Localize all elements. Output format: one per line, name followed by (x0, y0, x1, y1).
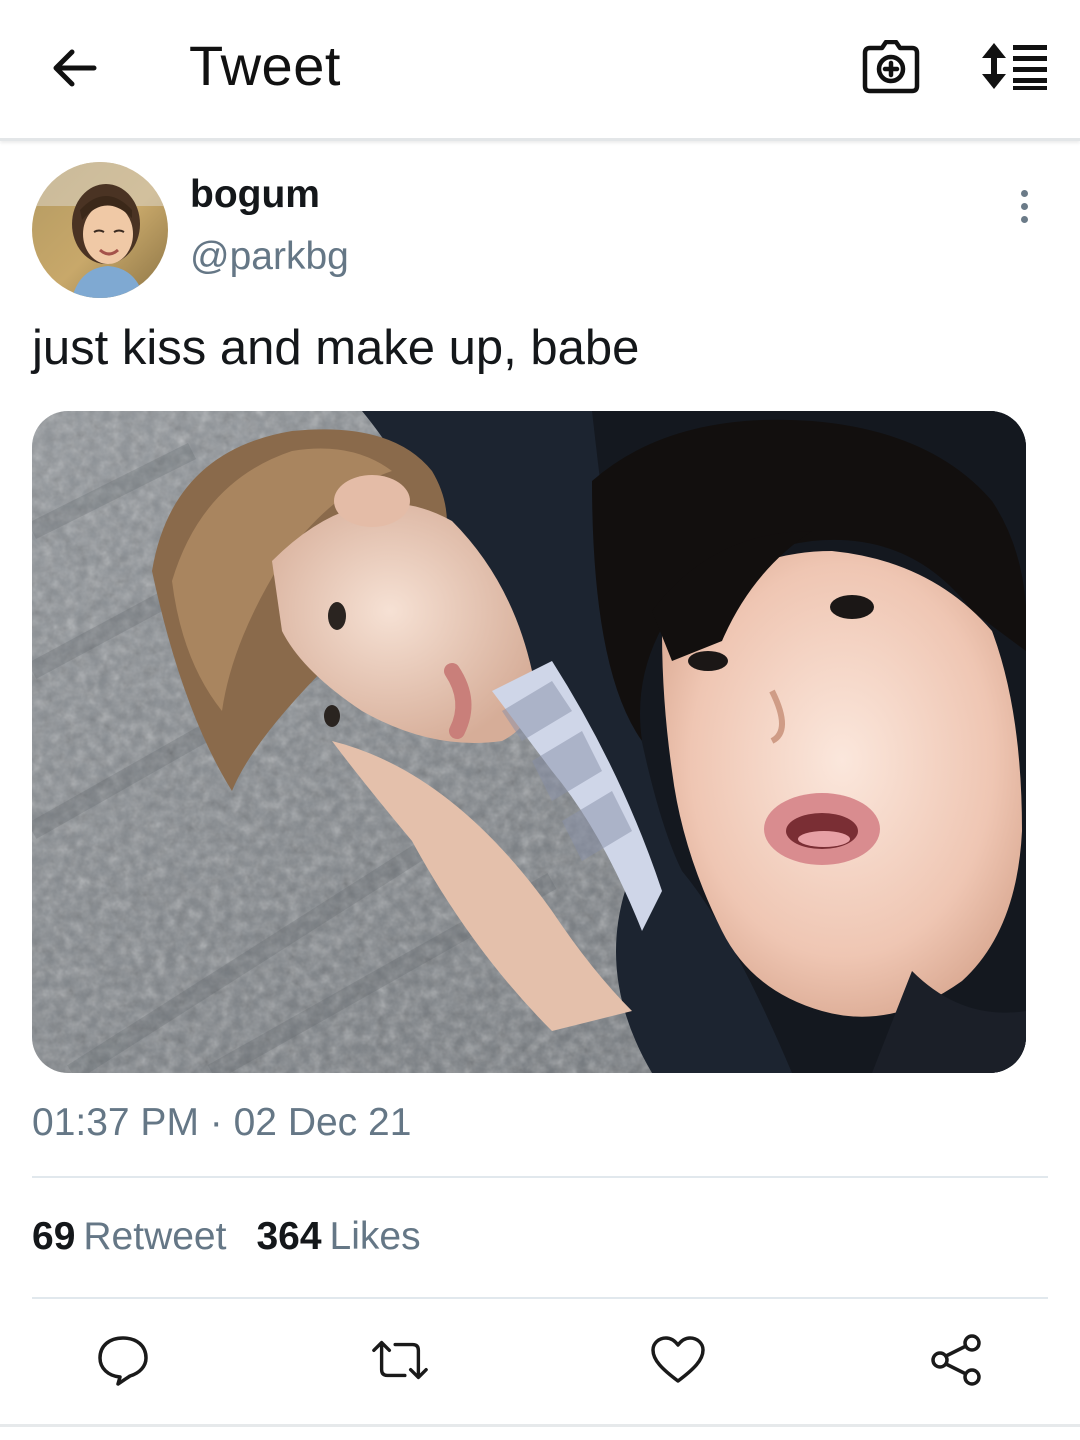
tweet-detail-screen: Tweet bogum @parkbg just kiss and make u… (0, 0, 1080, 1440)
sort-list-icon (982, 43, 1047, 90)
tweet-photo (32, 411, 1026, 1073)
heart-icon (651, 1336, 705, 1383)
avatar-image (32, 162, 168, 298)
reply-button[interactable] (93, 1330, 153, 1390)
author-handle[interactable]: @parkbg (190, 234, 349, 280)
tweet-media[interactable] (32, 411, 1026, 1073)
like-button[interactable] (648, 1330, 708, 1390)
camera-plus-icon (862, 40, 920, 94)
page-title: Tweet (189, 34, 341, 97)
retweet-button[interactable] (370, 1330, 430, 1390)
avatar[interactable] (32, 162, 168, 298)
share-button[interactable] (926, 1330, 986, 1390)
share-icon (931, 1334, 981, 1386)
top-app-bar: Tweet (0, 0, 1080, 141)
divider (32, 1176, 1048, 1178)
divider (32, 1297, 1048, 1299)
retweets-label: Retweet (83, 1215, 227, 1258)
bottom-divider (0, 1424, 1080, 1427)
likes-label: Likes (329, 1215, 421, 1258)
tweet-stats: 69 Retweet 364 Likes (32, 1214, 421, 1260)
tweet-timestamp: 01:37 PM · 02 Dec 21 (32, 1100, 411, 1146)
screenshot-button[interactable] (858, 36, 924, 98)
more-vertical-icon (1020, 189, 1028, 197)
tweet-date: 02 Dec 21 (233, 1101, 412, 1144)
tweet-time: 01:37 PM (32, 1101, 199, 1144)
back-button[interactable] (44, 38, 104, 98)
retweets-stat[interactable]: 69 Retweet (32, 1214, 226, 1260)
retweet-icon (372, 1340, 428, 1380)
likes-stat[interactable]: 364 Likes (256, 1214, 420, 1260)
retweets-count: 69 (32, 1215, 76, 1258)
more-options-button[interactable] (1000, 180, 1048, 232)
arrow-left-icon (53, 49, 97, 87)
sort-button[interactable] (980, 38, 1052, 94)
tweet-text: just kiss and make up, babe (32, 321, 640, 375)
reply-bubble-icon (98, 1336, 148, 1386)
likes-count: 364 (256, 1215, 322, 1258)
author-display-name[interactable]: bogum (190, 172, 320, 218)
timestamp-separator: · (198, 1101, 234, 1144)
